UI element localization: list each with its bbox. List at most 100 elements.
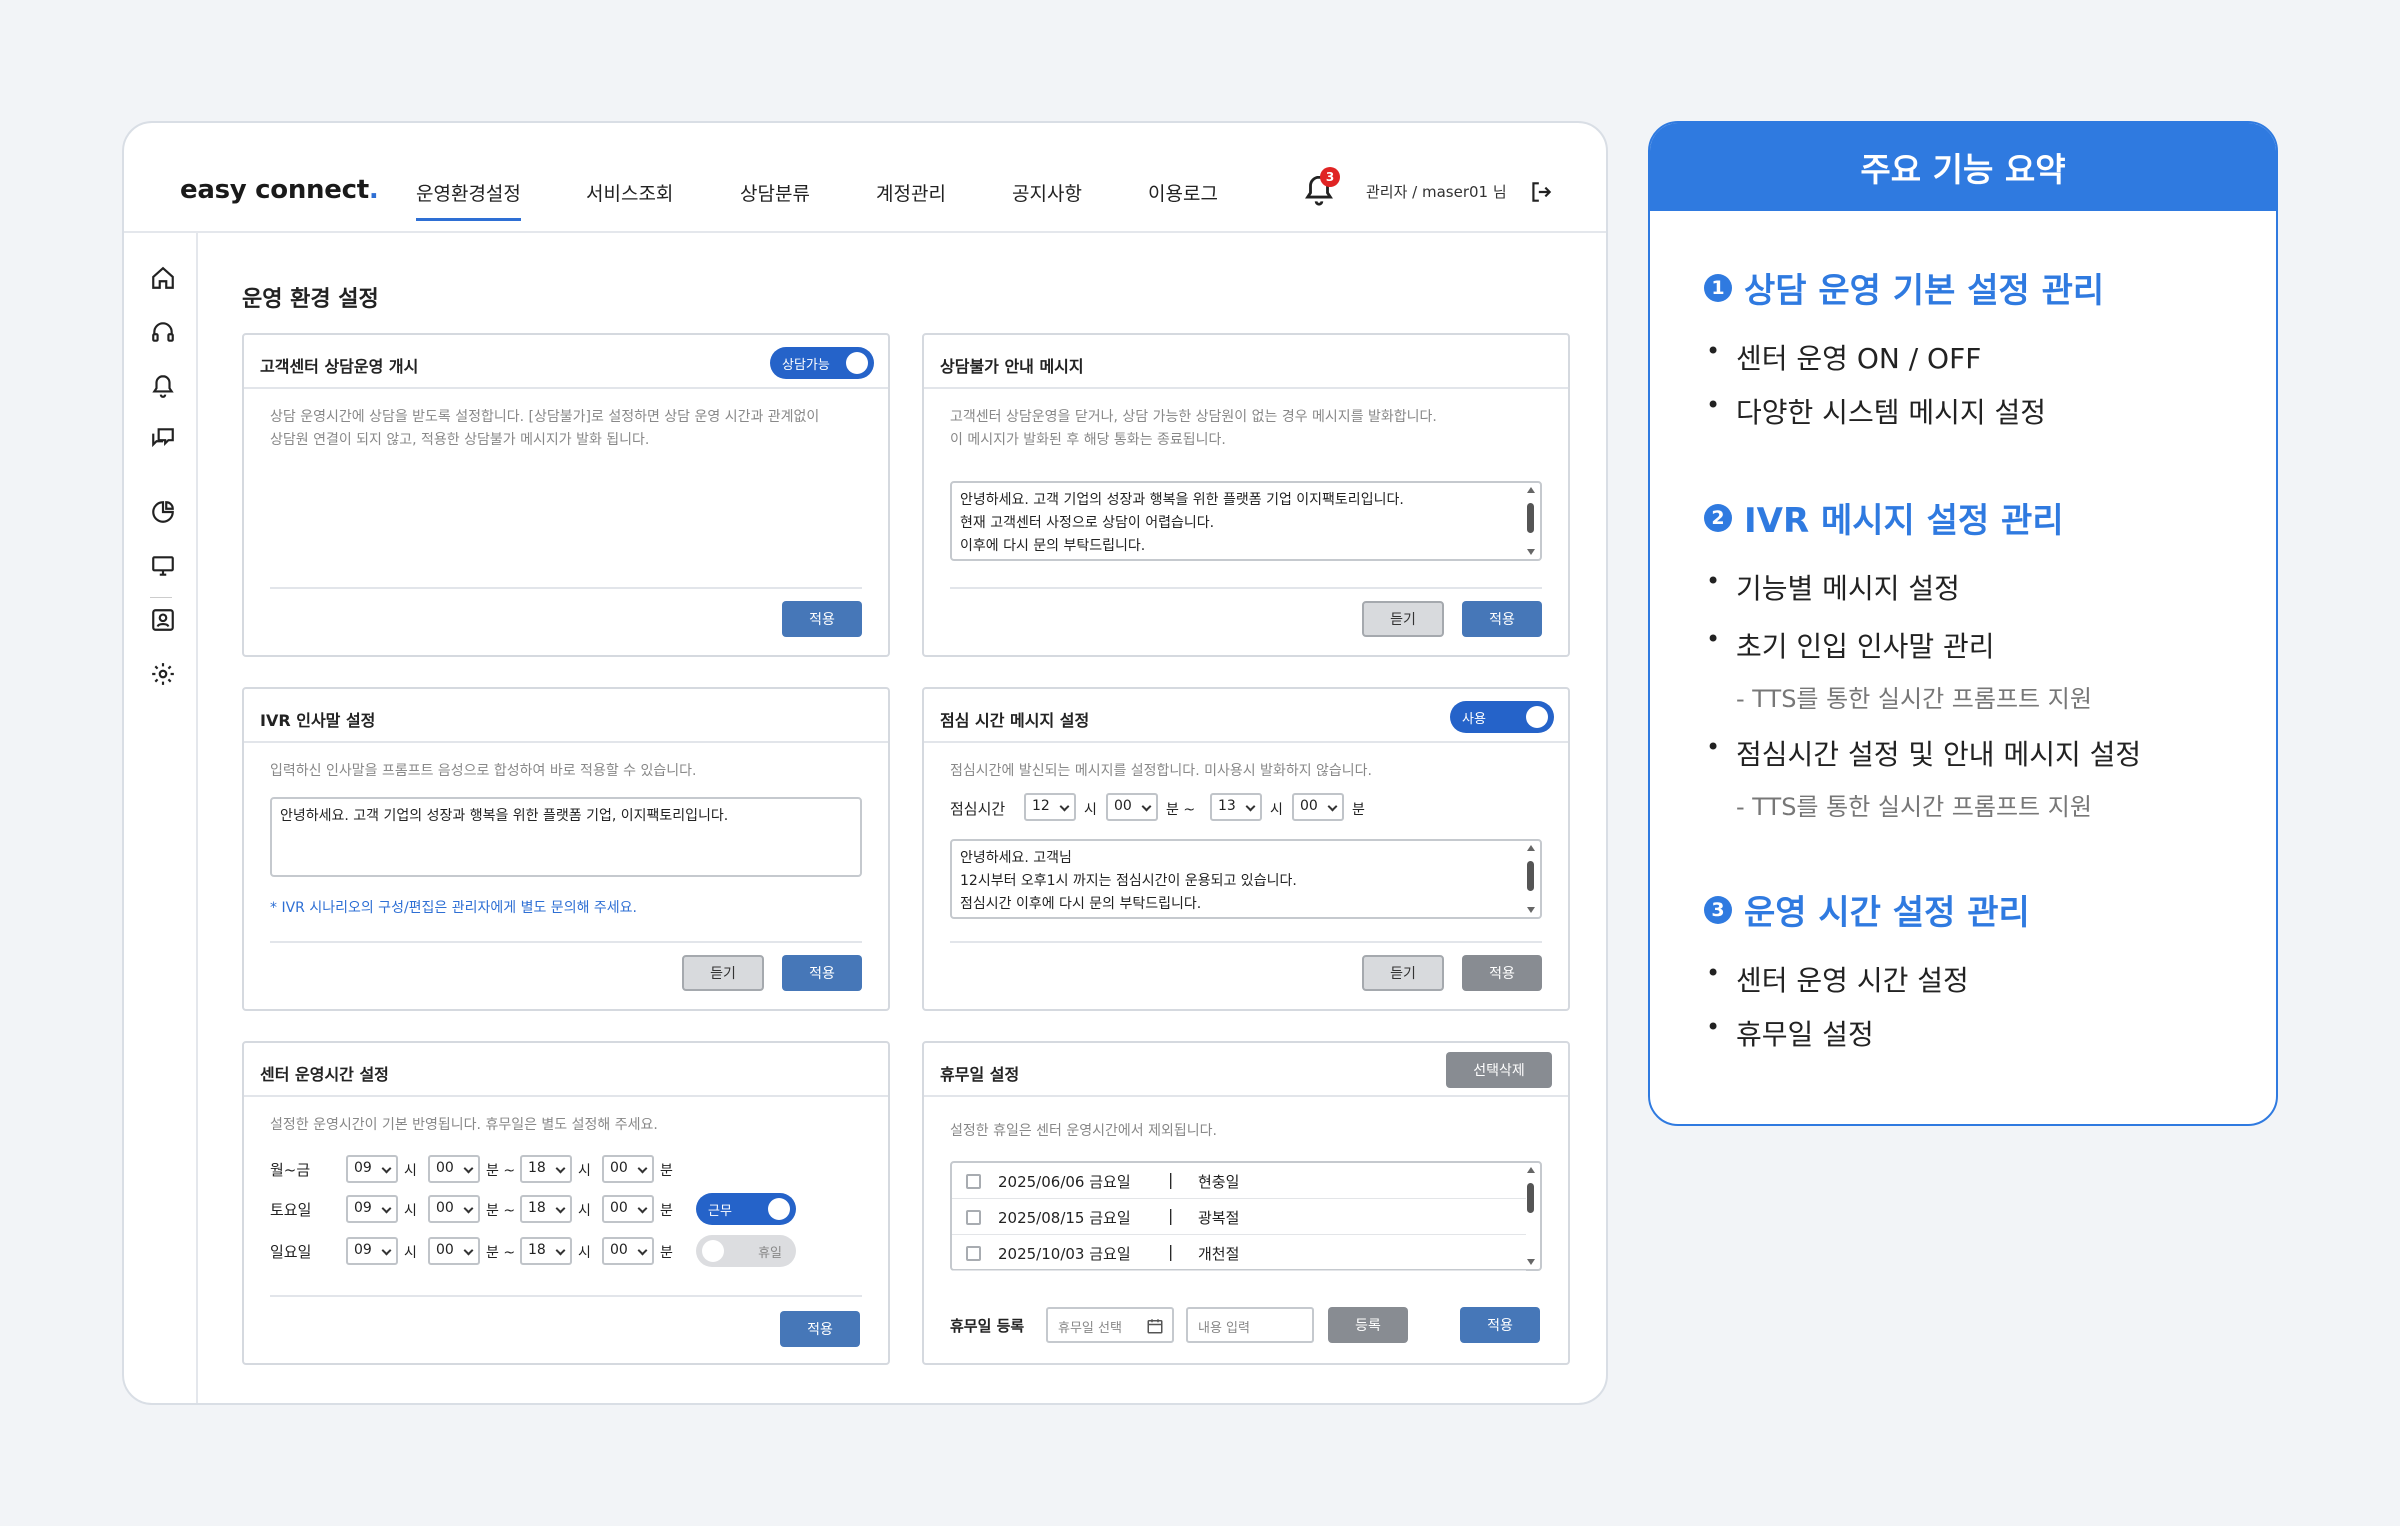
- nav-account-management[interactable]: 계정관리: [876, 179, 946, 206]
- nav-usage-log[interactable]: 이용로그: [1148, 179, 1218, 206]
- summary-title: 주요 기능 요약: [1860, 150, 2066, 189]
- message-line: 점심시간 이후에 다시 문의 부탁드립니다.: [960, 896, 1202, 912]
- sidebar: [124, 233, 198, 1403]
- apply-button[interactable]: 적용: [780, 1311, 860, 1347]
- panel-title: 고객센터 상담운영 개시: [260, 357, 419, 376]
- panel-title: 휴무일 설정: [940, 1065, 1020, 1084]
- panel-header: 상담불가 안내 메시지: [924, 335, 1568, 389]
- unit-minute-tilde: 분 ~: [486, 1163, 516, 1179]
- scrollbar[interactable]: [1526, 845, 1536, 913]
- register-button[interactable]: 등록: [1328, 1307, 1408, 1343]
- panel-divider: [950, 587, 1542, 589]
- scrollbar[interactable]: [1526, 487, 1536, 555]
- lunch-start-hour-select[interactable]: 12: [1024, 793, 1076, 821]
- nav-operation-settings[interactable]: 운영환경설정: [416, 179, 521, 221]
- panel-description: 고객센터 상담운영을 닫거나, 상담 가능한 상담원이 없는 경우 메시지를 발…: [950, 409, 1437, 425]
- bell-icon[interactable]: [150, 373, 176, 399]
- saturday-end-minute-select[interactable]: 00: [602, 1195, 654, 1223]
- unavailable-message-textarea[interactable]: 안녕하세요. 고객 기업의 성장과 행복을 위한 플랫폼 기업 이지팩토리입니다…: [950, 481, 1542, 561]
- summary-subnote: - TTS를 통한 실시간 프롬프트 지원: [1736, 685, 2092, 713]
- panel-divider: [270, 1295, 862, 1297]
- sunday-start-hour-select[interactable]: 09: [346, 1237, 398, 1265]
- logo[interactable]: easy connect.: [180, 175, 379, 205]
- row-checkbox[interactable]: [966, 1246, 981, 1261]
- holiday-list: 2025/06/06 금요일 | 현충일 2025/08/15 금요일 | 광복…: [950, 1161, 1542, 1271]
- apply-button[interactable]: 적용: [1462, 601, 1542, 637]
- panel-description: 점심시간에 발신되는 메시지를 설정합니다. 미사용시 발화하지 않습니다.: [950, 763, 1372, 779]
- lunch-end-minute-select[interactable]: 00: [1292, 793, 1344, 821]
- lunch-message-textarea[interactable]: 안녕하세요. 고객님 12시부터 오후1시 까지는 점심시간이 운용되고 있습니…: [950, 839, 1542, 919]
- saturday-label: 토요일: [270, 1201, 312, 1219]
- nav-consult-category[interactable]: 상담분류: [740, 179, 810, 206]
- summary-bullet: 점심시간 설정 및 안내 메시지 설정: [1706, 733, 2141, 773]
- saturday-start-minute-select[interactable]: 00: [428, 1195, 480, 1223]
- section-title-text: IVR 메시지 설정 관리: [1744, 501, 2064, 541]
- sunday-end-hour-select[interactable]: 18: [520, 1237, 572, 1265]
- weekday-end-minute-select[interactable]: 00: [602, 1155, 654, 1183]
- holiday-date-input[interactable]: 휴무일 선택: [1046, 1307, 1174, 1343]
- panel-header: 고객센터 상담운영 개시 상담가능: [244, 335, 888, 389]
- saturday-work-toggle[interactable]: 근무: [696, 1193, 796, 1225]
- sunday-end-minute-select[interactable]: 00: [602, 1237, 654, 1265]
- panel-divider: [950, 941, 1542, 943]
- unit-hour: 시: [578, 1203, 591, 1219]
- saturday-end-hour-select[interactable]: 18: [520, 1195, 572, 1223]
- ivr-greeting-textarea[interactable]: 안녕하세요. 고객 기업의 성장과 행복을 위한 플랫폼 기업, 이지팩토리입니…: [270, 797, 862, 877]
- chat-icon[interactable]: [150, 425, 176, 451]
- listen-button[interactable]: 듣기: [1362, 601, 1444, 637]
- holiday-content-input[interactable]: 내용 입력: [1186, 1307, 1314, 1343]
- calendar-icon[interactable]: [1146, 1317, 1164, 1335]
- consult-open-panel: 고객센터 상담운영 개시 상담가능 상담 운영시간에 상담을 받도록 설정합니다…: [242, 333, 890, 657]
- lunch-time-label: 점심시간: [950, 800, 1006, 818]
- home-icon[interactable]: [150, 265, 176, 291]
- apply-button[interactable]: 적용: [782, 601, 862, 637]
- message-line: 이후에 다시 문의 부탁드립니다.: [960, 538, 1146, 554]
- unit-hour: 시: [404, 1203, 417, 1219]
- summary-bullet: 기능별 메시지 설정: [1706, 567, 1960, 607]
- toggle-label: 상담가능: [782, 358, 830, 373]
- gear-icon[interactable]: [150, 661, 176, 687]
- sunday-start-minute-select[interactable]: 00: [428, 1237, 480, 1265]
- row-checkbox[interactable]: [966, 1174, 981, 1189]
- panel-description: 상담 운영시간에 상담을 받도록 설정합니다. [상담불가]로 설정하면 상담 …: [270, 409, 820, 425]
- user-card-icon[interactable]: [150, 607, 176, 633]
- section-title: 3 운영 시간 설정 관리: [1704, 885, 2030, 934]
- list-item[interactable]: 2025/06/06 금요일 | 현충일: [952, 1163, 1526, 1199]
- lunch-end-hour-select[interactable]: 13: [1210, 793, 1262, 821]
- delete-selected-button[interactable]: 선택삭제: [1446, 1052, 1552, 1088]
- sunday-holiday-toggle[interactable]: 휴일: [696, 1235, 796, 1267]
- weekday-start-minute-select[interactable]: 00: [428, 1155, 480, 1183]
- unit-minute: 분: [1352, 802, 1365, 818]
- panel-title: IVR 인사말 설정: [260, 711, 376, 730]
- list-item[interactable]: 2025/08/15 금요일 | 광복절: [952, 1199, 1526, 1235]
- message-line: 12시부터 오후1시 까지는 점심시간이 운용되고 있습니다.: [960, 873, 1297, 889]
- scrollbar[interactable]: [1526, 1167, 1536, 1265]
- headset-icon[interactable]: [150, 319, 176, 345]
- section-title-text: 운영 시간 설정 관리: [1744, 893, 2030, 933]
- weekday-start-hour-select[interactable]: 09: [346, 1155, 398, 1183]
- monitor-icon[interactable]: [150, 553, 176, 579]
- nav-service-lookup[interactable]: 서비스조회: [586, 179, 673, 206]
- list-item[interactable]: 2025/10/03 금요일 | 개천절: [952, 1235, 1526, 1271]
- ivr-note: * IVR 시나리오의 구성/편집은 관리자에게 별도 문의해 주세요.: [270, 900, 637, 916]
- app-window: easy connect. 운영환경설정 서비스조회 상담분류 계정관리 공지사…: [122, 121, 1608, 1405]
- listen-button[interactable]: 듣기: [682, 955, 764, 991]
- row-checkbox[interactable]: [966, 1210, 981, 1225]
- holiday-date: 2025/10/03 금요일: [998, 1245, 1131, 1263]
- holiday-register-label: 휴무일 등록: [950, 1317, 1025, 1335]
- pie-chart-icon[interactable]: [150, 499, 176, 525]
- weekday-end-hour-select[interactable]: 18: [520, 1155, 572, 1183]
- logout-icon[interactable]: [1528, 179, 1554, 205]
- saturday-start-hour-select[interactable]: 09: [346, 1195, 398, 1223]
- listen-button[interactable]: 듣기: [1362, 955, 1444, 991]
- consult-available-toggle[interactable]: 상담가능: [770, 347, 874, 379]
- nav-notices[interactable]: 공지사항: [1012, 179, 1082, 206]
- apply-button[interactable]: 적용: [1462, 955, 1542, 991]
- top-navigation-bar: easy connect. 운영환경설정 서비스조회 상담분류 계정관리 공지사…: [124, 123, 1606, 233]
- lunch-use-toggle[interactable]: 사용: [1450, 701, 1554, 733]
- apply-button[interactable]: 적용: [782, 955, 862, 991]
- input-placeholder: 내용 입력: [1198, 1321, 1250, 1336]
- lunch-start-minute-select[interactable]: 00: [1106, 793, 1158, 821]
- separator: |: [1168, 1242, 1174, 1261]
- apply-button[interactable]: 적용: [1460, 1307, 1540, 1343]
